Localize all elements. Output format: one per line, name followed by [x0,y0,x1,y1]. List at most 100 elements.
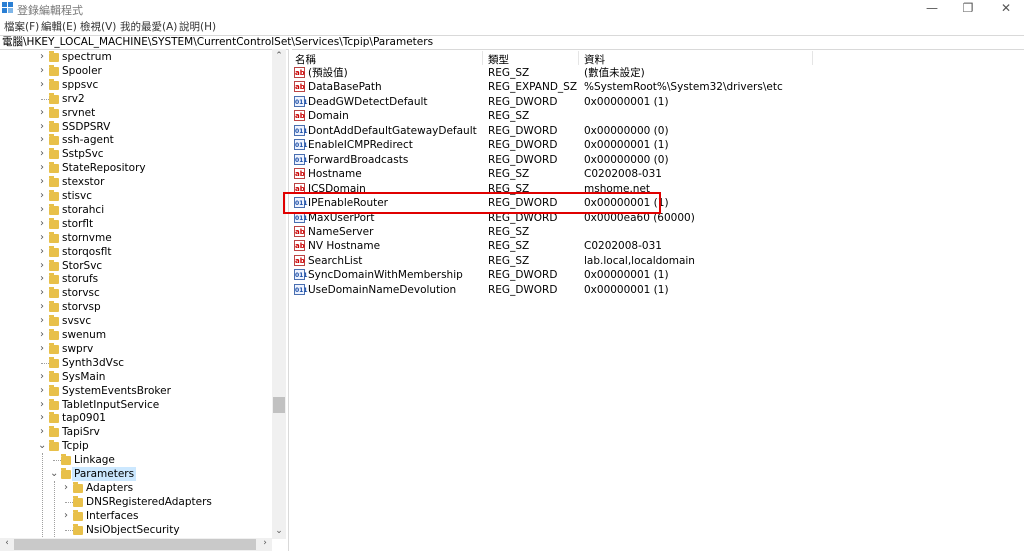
tree-item[interactable]: srv2 [0,92,272,106]
key-tree[interactable]: › spectrum › Spooler › sppsvc srv2 › srvnet › SSDP… [0,49,288,551]
scroll-right-icon[interactable]: › [258,538,272,548]
chevron-right-icon[interactable]: › [38,411,46,425]
tree-item[interactable]: ⌄ Tcpip [0,439,272,453]
minimize-button[interactable]: — [914,0,950,17]
column-separator[interactable] [578,51,579,65]
chevron-right-icon[interactable]: › [38,370,46,384]
menu-file[interactable]: 檔案(F) [4,19,39,34]
tree-vertical-scrollbar[interactable]: ⌃ ⌄ [272,49,286,539]
tree-item[interactable]: › StateRepository [0,161,272,175]
chevron-right-icon[interactable]: › [62,481,70,495]
address-bar[interactable]: 電腦\HKEY_LOCAL_MACHINE\SYSTEM\CurrentCont… [0,35,1024,50]
menu-favorites[interactable]: 我的最愛(A) [120,19,177,34]
chevron-right-icon[interactable]: › [38,147,46,161]
value-row[interactable]: ab SearchList REG_SZ lab.local,localdomain [292,254,1024,269]
chevron-right-icon[interactable]: › [38,203,46,217]
chevron-right-icon[interactable]: › [38,64,46,78]
tree-item[interactable]: › svsvc [0,314,272,328]
values-list[interactable]: 名稱 類型 資料 ab (預設值) REG_SZ (數值未設定) ab DataBaseP… [292,49,1024,551]
menu-help[interactable]: 說明(H) [179,19,216,34]
value-row[interactable]: 011 EnableICMPRedirect REG_DWORD 0x00000001… [292,138,1024,153]
tree-item[interactable]: › storufs [0,272,272,286]
tree-item[interactable]: › swprv [0,342,272,356]
tree-item[interactable]: › storvsc [0,286,272,300]
tree-item[interactable]: NsiObjectSecurity [0,523,272,537]
tree-scroll-thumb[interactable] [273,397,285,413]
chevron-right-icon[interactable]: › [38,425,46,439]
chevron-right-icon[interactable]: › [38,217,46,231]
column-header-name[interactable]: 名稱 [295,52,316,67]
column-separator[interactable] [482,51,483,65]
chevron-right-icon[interactable]: › [38,189,46,203]
chevron-right-icon[interactable]: › [38,50,46,64]
scroll-up-icon[interactable]: ⌃ [272,51,286,61]
tree-hscroll-thumb[interactable] [14,539,256,550]
tree-item[interactable]: › stisvc [0,189,272,203]
column-separator[interactable] [812,51,813,65]
chevron-right-icon[interactable]: › [38,328,46,342]
chevron-right-icon[interactable]: › [38,175,46,189]
value-row[interactable]: 011 UseDomainNameDevolution REG_DWORD 0x000… [292,283,1024,298]
tree-item[interactable]: › stornvme [0,231,272,245]
tree-item[interactable]: › storflt [0,217,272,231]
chevron-right-icon[interactable]: › [38,398,46,412]
tree-item[interactable]: › ssh-agent [0,133,272,147]
value-row[interactable]: ab NameServer REG_SZ [292,225,1024,240]
column-header-data[interactable]: 資料 [584,52,605,67]
tree-item[interactable]: Linkage [0,453,272,467]
chevron-right-icon[interactable]: › [38,106,46,120]
chevron-down-icon[interactable]: ⌄ [50,467,58,481]
chevron-right-icon[interactable]: › [38,120,46,134]
tree-item[interactable]: › Interfaces [0,509,272,523]
tree-item[interactable]: ⌄ Parameters [0,467,272,481]
column-header-type[interactable]: 類型 [488,52,509,67]
tree-item[interactable]: › tap0901 [0,411,272,425]
value-row[interactable]: ab Hostname REG_SZ C0202008-031 [292,167,1024,182]
tree-item[interactable]: DNSRegisteredAdapters [0,495,272,509]
tree-item[interactable]: › spectrum [0,50,272,64]
chevron-right-icon[interactable]: › [38,78,46,92]
chevron-right-icon[interactable]: › [38,231,46,245]
value-row[interactable]: ab NV Hostname REG_SZ C0202008-031 [292,239,1024,254]
close-button[interactable]: ✕ [988,0,1024,17]
chevron-right-icon[interactable]: › [38,161,46,175]
chevron-right-icon[interactable]: › [38,272,46,286]
tree-item[interactable]: › Adapters [0,481,272,495]
chevron-down-icon[interactable]: ⌄ [38,439,46,453]
tree-item[interactable]: › SysMain [0,370,272,384]
chevron-right-icon[interactable]: › [38,384,46,398]
chevron-right-icon[interactable]: › [38,286,46,300]
chevron-right-icon[interactable]: › [38,259,46,273]
tree-item[interactable]: › StorSvc [0,259,272,273]
chevron-right-icon[interactable]: › [38,300,46,314]
value-row[interactable]: ab Domain REG_SZ [292,109,1024,124]
tree-item[interactable]: › sppsvc [0,78,272,92]
value-row[interactable]: 011 DeadGWDetectDefault REG_DWORD 0x0000000… [292,95,1024,110]
value-row[interactable]: 011 SyncDomainWithMembership REG_DWORD 0x00… [292,268,1024,283]
tree-item[interactable]: › srvnet [0,106,272,120]
chevron-right-icon[interactable]: › [38,342,46,356]
tree-item[interactable]: › Spooler [0,64,272,78]
tree-horizontal-scrollbar[interactable]: ‹ › [0,538,272,551]
scroll-down-icon[interactable]: ⌄ [272,526,286,536]
value-row[interactable]: ab (預設值) REG_SZ (數值未設定) [292,66,1024,81]
tree-item[interactable]: › TabletInputService [0,398,272,412]
chevron-right-icon[interactable]: › [38,314,46,328]
tree-item[interactable]: › SystemEventsBroker [0,384,272,398]
tree-item[interactable]: › stexstor [0,175,272,189]
tree-item[interactable]: › storahci [0,203,272,217]
tree-item[interactable]: › swenum [0,328,272,342]
value-row[interactable]: 011 ForwardBroadcasts REG_DWORD 0x00000000 … [292,153,1024,168]
chevron-right-icon[interactable]: › [62,509,70,523]
tree-item[interactable]: › SstpSvc [0,147,272,161]
scroll-left-icon[interactable]: ‹ [0,538,14,548]
value-row[interactable]: ab DataBasePath REG_EXPAND_SZ %SystemRoot%\… [292,80,1024,95]
tree-item[interactable]: › storqosflt [0,245,272,259]
chevron-right-icon[interactable]: › [38,245,46,259]
tree-item[interactable]: Synth3dVsc [0,356,272,370]
value-row[interactable]: 011 DontAddDefaultGatewayDefault REG_DWORD… [292,124,1024,139]
tree-item[interactable]: › TapiSrv [0,425,272,439]
menu-view[interactable]: 檢視(V) [80,19,116,34]
menu-edit[interactable]: 編輯(E) [41,19,77,34]
maximize-button[interactable]: ❐ [950,0,986,17]
